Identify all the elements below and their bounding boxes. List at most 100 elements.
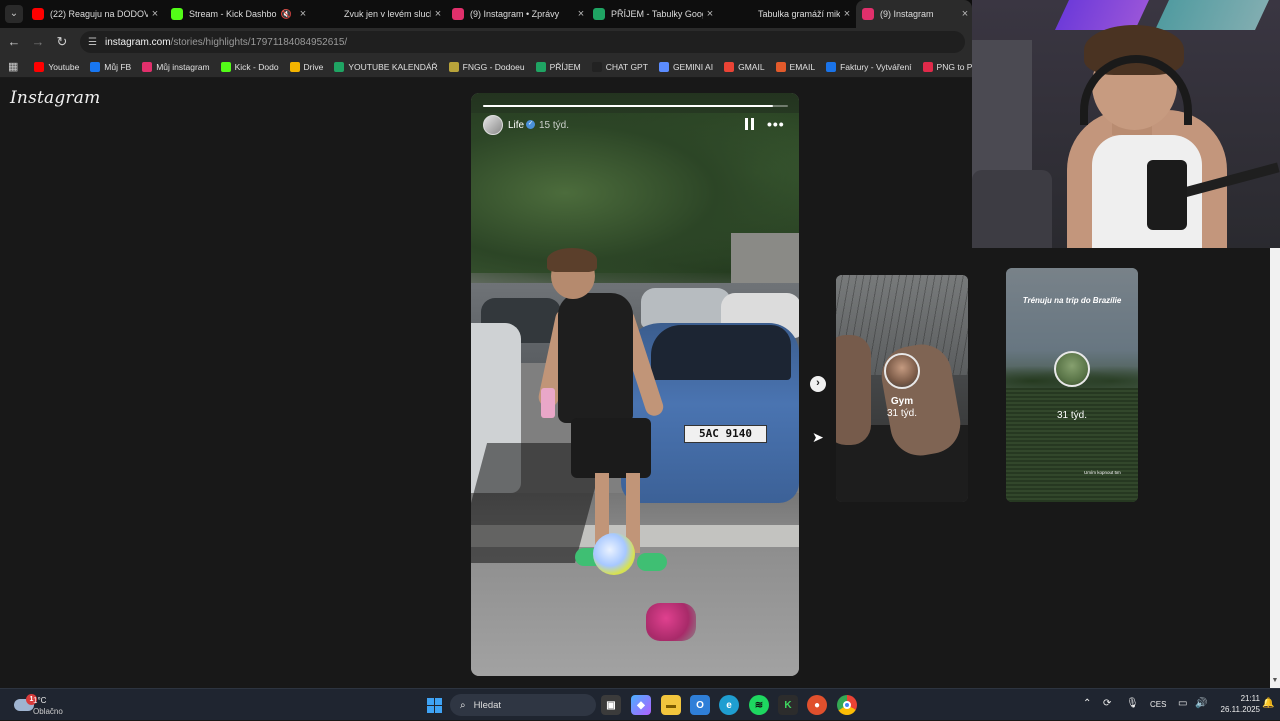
- tab-search-chevron-icon[interactable]: ⌄: [5, 5, 23, 23]
- fngg-icon: [448, 61, 459, 72]
- bookmark-label: Drive: [303, 61, 324, 72]
- bookmark-item[interactable]: FNGG - Dodoeu: [448, 61, 525, 72]
- story-preview-brazil[interactable]: Trénuju na trip do Brazílie 31 týd. Umím…: [1006, 268, 1138, 502]
- browser-tab[interactable]: Zvuk jen v levém sluchátk×: [320, 0, 445, 28]
- gmail-icon: [724, 61, 735, 72]
- bookmark-item[interactable]: Drive: [289, 61, 324, 72]
- obs-icon[interactable]: ●: [807, 695, 827, 715]
- bookmark-label: PNG to PDF: [936, 61, 972, 72]
- bookmark-label: YOUTUBE KALENDÁŘ: [348, 61, 438, 72]
- license-plate: 5AC 9140: [684, 425, 767, 443]
- close-tab-icon[interactable]: ×: [958, 8, 972, 20]
- navigation-bar: ← → ↻ ☰ instagram.com /stories/highlight…: [0, 28, 972, 56]
- browser-tab[interactable]: PŘÍJEM - Tabulky Google×: [587, 0, 717, 28]
- browser-tab[interactable]: Stream - Kick Dashbo 🔇 ×: [165, 0, 310, 28]
- heart-icon: [922, 61, 933, 72]
- network-icon[interactable]: ▭: [1178, 698, 1187, 709]
- weather-temperature: 1°C: [33, 696, 47, 705]
- site-info-icon[interactable]: ☰: [88, 37, 97, 48]
- muted-speaker-icon[interactable]: 🔇: [281, 9, 292, 20]
- bookmark-item[interactable]: CHAT GPT: [591, 61, 648, 72]
- browser-tab[interactable]: (22) Reaguju na DODOVO ×: [26, 0, 162, 28]
- copilot-icon[interactable]: ◆: [631, 695, 651, 715]
- instagram-icon: [142, 61, 153, 72]
- bookmark-item[interactable]: YOUTUBE KALENDÁŘ: [334, 61, 438, 72]
- outlook-icon[interactable]: O: [690, 695, 710, 715]
- spotify-icon[interactable]: ≋: [749, 695, 769, 715]
- bookmark-item[interactable]: GMAIL: [724, 61, 765, 72]
- kick-app-icon[interactable]: K: [778, 695, 798, 715]
- highlight-age: 31 týd.: [886, 408, 918, 419]
- close-tab-icon[interactable]: ×: [296, 8, 310, 20]
- notifications-bell-icon[interactable]: 🔔: [1262, 698, 1274, 709]
- bookmark-item[interactable]: Můj instagram: [142, 61, 210, 72]
- browser-tab[interactable]: Tabulka gramáží mikin ×: [734, 0, 854, 28]
- microphone-icon[interactable]: 🎙: [1126, 698, 1139, 709]
- back-arrow-icon[interactable]: ←: [6, 34, 22, 50]
- bookmark-item[interactable]: EMAIL: [775, 61, 815, 72]
- search-icon: ⌕: [460, 699, 466, 711]
- browser-tab[interactable]: (9) Instagram • Zprávy ×: [446, 0, 588, 28]
- story-viewer[interactable]: 5AC 9140 Life ✓ 15 týd. •••: [471, 93, 799, 676]
- story-preview-gym[interactable]: Gym 31 týd.: [836, 275, 968, 502]
- search-placeholder: Hledat: [473, 699, 502, 711]
- clock-time[interactable]: 21:11: [1220, 694, 1260, 703]
- bookmark-label: Faktury - Vytváření: [840, 61, 912, 72]
- story-username[interactable]: Life: [508, 120, 524, 131]
- bookmark-item[interactable]: Youtube: [34, 61, 79, 72]
- close-tab-icon[interactable]: ×: [431, 8, 445, 20]
- weather-widget[interactable]: 1 1°C Oblačno: [10, 693, 90, 717]
- bookmark-item[interactable]: GEMINI AI: [658, 61, 713, 72]
- highlight-caption: Trénuju na trip do Brazílie: [1022, 296, 1122, 305]
- instagram-logo[interactable]: Instagram: [10, 88, 100, 108]
- close-tab-icon[interactable]: ×: [574, 8, 588, 20]
- language-indicator[interactable]: CES: [1150, 700, 1166, 709]
- pause-icon[interactable]: [745, 118, 755, 130]
- sync-icon[interactable]: ⟳: [1103, 698, 1111, 709]
- scrollbar[interactable]: [1270, 248, 1280, 688]
- taskbar-search[interactable]: ⌕ Hledat: [450, 694, 596, 716]
- drink-can: [541, 388, 555, 418]
- story-avatar[interactable]: [483, 115, 503, 135]
- verified-badge-icon: ✓: [526, 120, 535, 129]
- forward-arrow-icon[interactable]: →: [30, 34, 46, 50]
- clock-date[interactable]: 26.11.2025: [1210, 705, 1260, 714]
- apps-grid-icon[interactable]: ▦: [8, 60, 18, 73]
- browser-tab[interactable]: (9) Instagram ×: [856, 0, 972, 28]
- more-options-icon[interactable]: •••: [767, 116, 785, 132]
- story-timestamp: 15 týd.: [539, 120, 570, 131]
- task-view-icon[interactable]: ▣: [601, 695, 621, 715]
- volume-icon[interactable]: 🔊: [1195, 698, 1207, 709]
- bookmark-item[interactable]: PŘÍJEM: [535, 61, 581, 72]
- edge-icon[interactable]: e: [719, 695, 739, 715]
- system-tray: ⌃ ⟳ 🎙 CES ▭ 🔊 21:11 26.11.2025 🔔: [1080, 689, 1280, 721]
- chrome-icon[interactable]: [837, 695, 857, 715]
- bookmark-label: Můj instagram: [156, 61, 210, 72]
- bookmark-item[interactable]: Kick - Dodo: [220, 61, 279, 72]
- tab-title: Zvuk jen v levém sluchátk: [344, 9, 431, 19]
- tab-strip: ⌄ (22) Reaguju na DODOVO × Stream - Kick D…: [0, 0, 972, 28]
- close-tab-icon[interactable]: ×: [840, 8, 854, 20]
- file-explorer-icon[interactable]: ▬: [661, 695, 681, 715]
- invoice-icon: [826, 61, 837, 72]
- scroll-down-arrow-icon[interactable]: ▼: [1271, 677, 1279, 685]
- windows-start-icon[interactable]: [424, 695, 444, 715]
- sheets-icon: [593, 8, 605, 20]
- bookmarks-bar: ▦ Youtube Můj FB Můj instagram Kick - Dodo D…: [0, 56, 972, 78]
- bookmark-label: GMAIL: [738, 61, 765, 72]
- reload-icon[interactable]: ↻: [54, 34, 70, 50]
- close-tab-icon[interactable]: ×: [703, 8, 717, 20]
- address-bar[interactable]: ☰ instagram.com /stories/highlights/1797…: [80, 31, 965, 53]
- bookmark-item[interactable]: Faktury - Vytváření: [826, 61, 912, 72]
- windows-taskbar: 1 1°C Oblačno ⌕ Hledat ▣ ◆ ▬ O e ≋ K ● ⌃…: [0, 688, 1280, 720]
- bookmark-label: PŘÍJEM: [549, 61, 581, 72]
- tab-title: Stream - Kick Dashbo: [189, 9, 277, 19]
- chatgpt-icon: [591, 61, 602, 72]
- close-tab-icon[interactable]: ×: [148, 8, 162, 20]
- bookmark-item[interactable]: PNG to PDF: [922, 61, 972, 72]
- youtube-icon: [34, 61, 45, 72]
- bookmark-item[interactable]: Můj FB: [90, 61, 131, 72]
- story-progress-bar: [483, 105, 788, 107]
- chevron-up-icon[interactable]: ⌃: [1083, 698, 1091, 709]
- next-story-chevron-icon[interactable]: ›: [810, 376, 826, 392]
